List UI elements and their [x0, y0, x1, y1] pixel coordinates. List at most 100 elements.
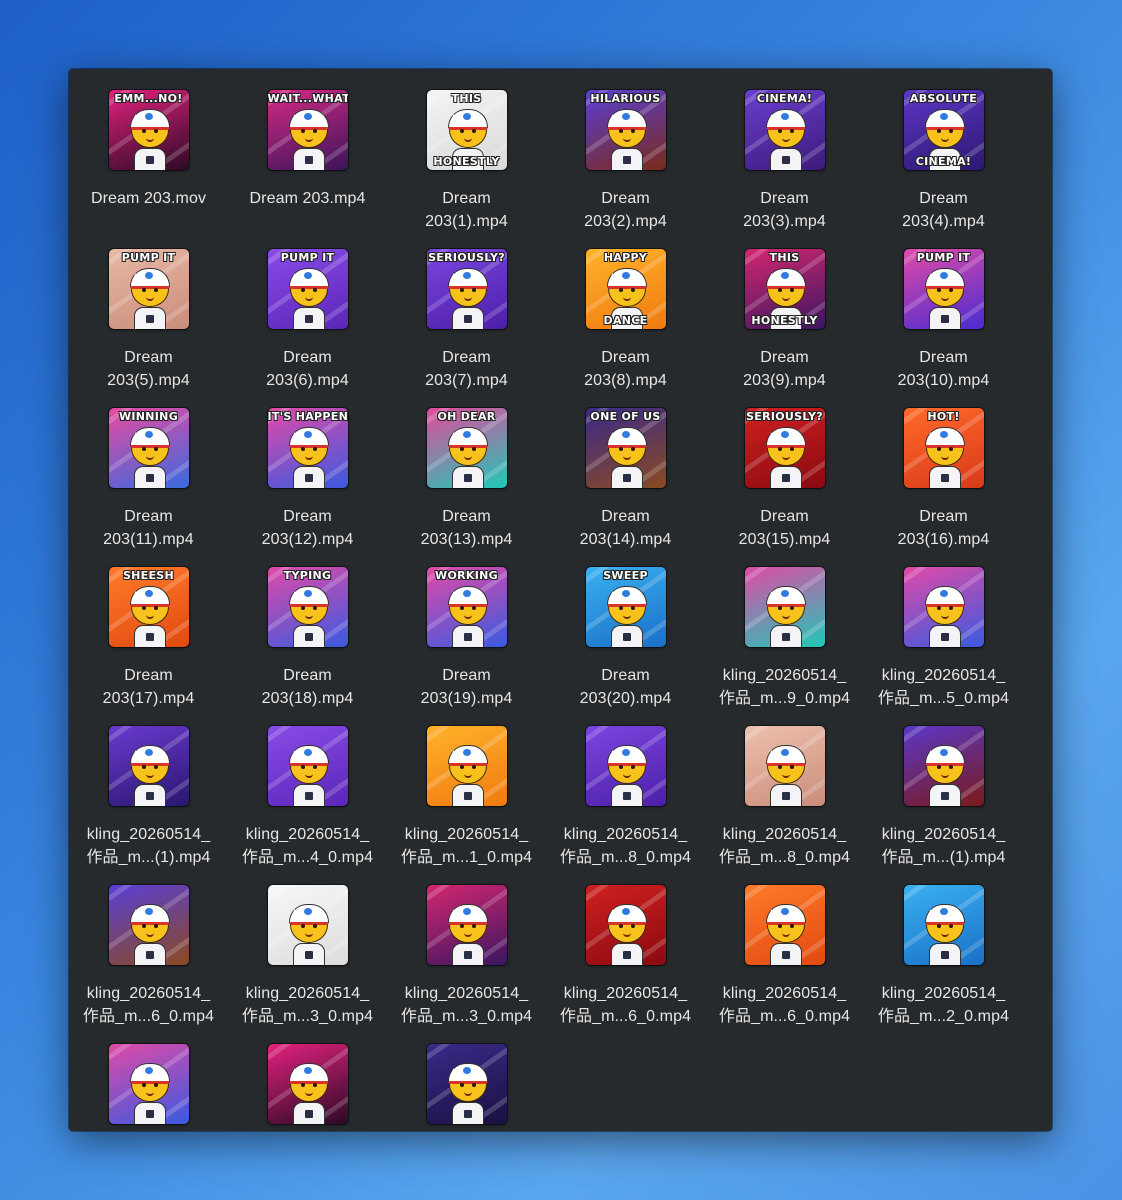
file-name-label[interactable]: kling_20260514_ 作品_m...5_0.mp4	[868, 664, 1020, 710]
file-name-label[interactable]: Dream 203(14).mp4	[550, 505, 702, 551]
file-name-label[interactable]: Dream 203(18).mp4	[232, 664, 384, 710]
file-name-label[interactable]: kling_20260514_ 作品_m...6_0.mp4	[73, 982, 225, 1028]
file-item[interactable]: OH DEAR Dream 203(13).mp4	[387, 408, 546, 567]
video-thumbnail[interactable]	[744, 726, 825, 806]
file-name-label[interactable]: kling_20260514_ 作品_m...3_0.mp4	[391, 982, 543, 1028]
video-thumbnail[interactable]: OH DEAR	[426, 408, 507, 488]
video-thumbnail[interactable]: PUMP IT	[108, 249, 189, 329]
video-thumbnail[interactable]: SHEESH	[108, 567, 189, 647]
file-item[interactable]	[228, 1044, 387, 1131]
file-item[interactable]: kling_20260514_ 作品_m...(1).mp4	[864, 726, 1023, 885]
video-thumbnail[interactable]: SWEEP	[585, 567, 666, 647]
file-item[interactable]: SHEESH Dream 203(17).mp4	[69, 567, 228, 726]
video-thumbnail[interactable]: IT'S HAPPENING	[267, 408, 348, 488]
file-name-label[interactable]: kling_20260514_ 作品_m...9_0.mp4	[709, 664, 861, 710]
file-name-label[interactable]: Dream 203(4).mp4	[868, 187, 1020, 233]
video-thumbnail[interactable]	[585, 885, 666, 965]
video-thumbnail[interactable]	[744, 885, 825, 965]
video-thumbnail[interactable]: CINEMA!	[744, 90, 825, 170]
file-name-label[interactable]: Dream 203(5).mp4	[73, 346, 225, 392]
file-item[interactable]	[69, 1044, 228, 1131]
file-item[interactable]: PUMP IT Dream 203(5).mp4	[69, 249, 228, 408]
video-thumbnail[interactable]: WAIT...WHAT?	[267, 90, 348, 170]
file-item[interactable]: PUMP IT Dream 203(6).mp4	[228, 249, 387, 408]
video-thumbnail[interactable]: WORKING	[426, 567, 507, 647]
file-name-label[interactable]: kling_20260514_ 作品_m...4_0.mp4	[232, 823, 384, 869]
video-thumbnail[interactable]	[267, 726, 348, 806]
video-thumbnail[interactable]	[744, 567, 825, 647]
video-thumbnail[interactable]	[267, 1044, 348, 1124]
file-item[interactable]: kling_20260514_ 作品_m...(1).mp4	[69, 726, 228, 885]
file-item[interactable]: ONE OF US Dream 203(14).mp4	[546, 408, 705, 567]
file-name-label[interactable]: Dream 203(13).mp4	[391, 505, 543, 551]
file-item[interactable]: kling_20260514_ 作品_m...5_0.mp4	[864, 567, 1023, 726]
file-name-label[interactable]: Dream 203(10).mp4	[868, 346, 1020, 392]
file-name-label[interactable]: Dream 203(8).mp4	[550, 346, 702, 392]
file-item[interactable]: CINEMA! Dream 203(3).mp4	[705, 90, 864, 249]
video-thumbnail[interactable]: TYPING	[267, 567, 348, 647]
file-name-label[interactable]: kling_20260514_ 作品_m...8_0.mp4	[550, 823, 702, 869]
file-name-label[interactable]: Dream 203(3).mp4	[709, 187, 861, 233]
file-item[interactable]: THIS HONESTLY Dream 203(1).mp4	[387, 90, 546, 249]
file-item[interactable]: kling_20260514_ 作品_m...8_0.mp4	[705, 726, 864, 885]
file-name-label[interactable]: kling_20260514_ 作品_m...(1).mp4	[73, 823, 225, 869]
file-name-label[interactable]: Dream 203(6).mp4	[232, 346, 384, 392]
video-thumbnail[interactable]	[585, 726, 666, 806]
file-name-label[interactable]: kling_20260514_ 作品_m...3_0.mp4	[232, 982, 384, 1028]
file-name-label[interactable]: Dream 203(1).mp4	[391, 187, 543, 233]
file-name-label[interactable]: kling_20260514_ 作品_m...2_0.mp4	[868, 982, 1020, 1028]
file-name-label[interactable]: Dream 203(20).mp4	[550, 664, 702, 710]
file-item[interactable]: HOT! Dream 203(16).mp4	[864, 408, 1023, 567]
video-thumbnail[interactable]: THIS HONESTLY	[426, 90, 507, 170]
file-item[interactable]: TYPING Dream 203(18).mp4	[228, 567, 387, 726]
file-name-label[interactable]: Dream 203(16).mp4	[868, 505, 1020, 551]
file-item[interactable]: IT'S HAPPENING Dream 203(12).mp4	[228, 408, 387, 567]
file-name-label[interactable]: kling_20260514_ 作品_m...1_0.mp4	[391, 823, 543, 869]
file-item[interactable]: kling_20260514_ 作品_m...4_0.mp4	[228, 726, 387, 885]
file-item[interactable]: WAIT...WHAT? Dream 203.mp4	[228, 90, 387, 249]
file-item[interactable]: kling_20260514_ 作品_m...1_0.mp4	[387, 726, 546, 885]
file-name-label[interactable]: Dream 203(15).mp4	[709, 505, 861, 551]
video-thumbnail[interactable]: HAPPY DANCE	[585, 249, 666, 329]
video-thumbnail[interactable]	[267, 885, 348, 965]
file-item[interactable]: kling_20260514_ 作品_m...9_0.mp4	[705, 567, 864, 726]
file-name-label[interactable]: kling_20260514_ 作品_m...8_0.mp4	[709, 823, 861, 869]
file-name-label[interactable]: Dream 203(17).mp4	[73, 664, 225, 710]
video-thumbnail[interactable]	[426, 885, 507, 965]
video-thumbnail[interactable]	[426, 726, 507, 806]
video-thumbnail[interactable]	[903, 885, 984, 965]
file-item[interactable]: WINNING Dream 203(11).mp4	[69, 408, 228, 567]
video-thumbnail[interactable]: ABSOLUTE CINEMA!	[903, 90, 984, 170]
file-name-label[interactable]: kling_20260514_ 作品_m...6_0.mp4	[709, 982, 861, 1028]
video-thumbnail[interactable]	[108, 1044, 189, 1124]
video-thumbnail[interactable]	[108, 726, 189, 806]
file-item[interactable]: EMM...NO! Dream 203.mov	[69, 90, 228, 249]
file-item[interactable]: kling_20260514_ 作品_m...3_0.mp4	[228, 885, 387, 1044]
video-thumbnail[interactable]: SERIOUSLY?	[744, 408, 825, 488]
video-thumbnail[interactable]: SERIOUSLY?	[426, 249, 507, 329]
file-name-label[interactable]: Dream 203(9).mp4	[709, 346, 861, 392]
file-item[interactable]: kling_20260514_ 作品_m...6_0.mp4	[69, 885, 228, 1044]
file-name-label[interactable]: Dream 203(2).mp4	[550, 187, 702, 233]
file-item[interactable]: THIS HONESTLY Dream 203(9).mp4	[705, 249, 864, 408]
video-thumbnail[interactable]	[426, 1044, 507, 1124]
file-name-label[interactable]: Dream 203(19).mp4	[391, 664, 543, 710]
file-name-label[interactable]: Dream 203(7).mp4	[391, 346, 543, 392]
file-name-label[interactable]: kling_20260514_ 作品_m...(1).mp4	[868, 823, 1020, 869]
video-thumbnail[interactable]: EMM...NO!	[108, 90, 189, 170]
video-thumbnail[interactable]: HOT!	[903, 408, 984, 488]
video-thumbnail[interactable]	[108, 885, 189, 965]
file-item[interactable]: kling_20260514_ 作品_m...2_0.mp4	[864, 885, 1023, 1044]
file-name-label[interactable]: kling_20260514_ 作品_m...6_0.mp4	[550, 982, 702, 1028]
file-name-label[interactable]: Dream 203(12).mp4	[232, 505, 384, 551]
file-item[interactable]: kling_20260514_ 作品_m...8_0.mp4	[546, 726, 705, 885]
file-item[interactable]: ABSOLUTE CINEMA! Dream 203(4).mp4	[864, 90, 1023, 249]
video-thumbnail[interactable]: PUMP IT	[903, 249, 984, 329]
video-thumbnail[interactable]: PUMP IT	[267, 249, 348, 329]
file-name-label[interactable]: Dream 203.mp4	[232, 187, 384, 210]
file-item[interactable]: SWEEP Dream 203(20).mp4	[546, 567, 705, 726]
file-item[interactable]: kling_20260514_ 作品_m...6_0.mp4	[546, 885, 705, 1044]
file-item[interactable]: PUMP IT Dream 203(10).mp4	[864, 249, 1023, 408]
file-item[interactable]: kling_20260514_ 作品_m...3_0.mp4	[387, 885, 546, 1044]
video-thumbnail[interactable]: HILARIOUS	[585, 90, 666, 170]
